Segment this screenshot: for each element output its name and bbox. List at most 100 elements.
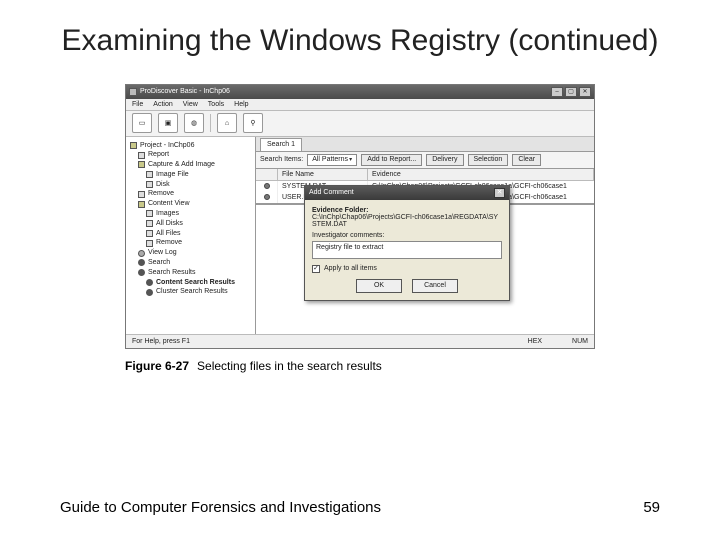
tree-imagefile[interactable]: Image File (128, 170, 253, 180)
evidence-folder-value: C:\InChp\Chap06\Projects\GCFI-ch06case1a… (312, 214, 502, 228)
dialog-titlebar: Add Comment ✕ (305, 186, 509, 200)
tree-viewlog-label: View Log (148, 248, 177, 258)
apply-all-label: Apply to all items (324, 265, 377, 272)
tree-report-label: Report (148, 150, 169, 160)
tree-searchresults[interactable]: Search Results (128, 268, 253, 278)
folder-icon (130, 142, 137, 149)
patterns-dropdown-value: All Patterns (312, 156, 348, 163)
menu-action[interactable]: Action (153, 101, 172, 108)
toolbar-divider (210, 114, 211, 132)
tree-contentsearch[interactable]: Content Search Results (128, 278, 253, 288)
col-evidence[interactable]: Evidence (368, 169, 594, 180)
folder-icon (138, 161, 145, 168)
toolbar-open-button[interactable]: ▣ (158, 113, 178, 133)
patterns-dropdown[interactable]: All Patterns▾ (307, 154, 357, 166)
figure-caption-text: Selecting files in the search results (197, 359, 382, 373)
tree-searchresults-label: Search Results (148, 268, 195, 278)
disk-icon: ◍ (191, 119, 197, 127)
menu-view[interactable]: View (183, 101, 198, 108)
tree-report[interactable]: Report (128, 150, 253, 160)
add-to-report-button[interactable]: Add to Report... (361, 154, 422, 166)
results-header: File Name Evidence (256, 169, 594, 181)
slide-title: Examining the Windows Registry (continue… (0, 0, 720, 60)
tree-remove2[interactable]: Remove (128, 238, 253, 248)
app-icon (129, 88, 137, 96)
checkbox-icon: ✓ (312, 265, 320, 273)
tree-remove-label: Remove (148, 189, 174, 199)
status-hex: HEX (528, 338, 542, 345)
file-icon: ▭ (139, 119, 146, 127)
dialog-close-button[interactable]: ✕ (494, 188, 505, 198)
tree-imagefile-label: Image File (156, 170, 189, 180)
doc-icon (146, 171, 153, 178)
ok-button[interactable]: OK (356, 279, 402, 293)
status-help-text: For Help, press F1 (132, 338, 190, 345)
tree-allfiles[interactable]: All Files (128, 229, 253, 239)
tree-alldisks[interactable]: All Disks (128, 219, 253, 229)
menu-file[interactable]: File (132, 101, 143, 108)
tree-panel: Project - InChp06 Report Capture & Add I… (126, 137, 256, 334)
doc-icon (138, 152, 145, 159)
menubar: File Action View Tools Help (126, 99, 594, 111)
status-icon (264, 183, 270, 189)
toolbar-save-button[interactable]: ◍ (184, 113, 204, 133)
clear-button[interactable]: Clear (512, 154, 541, 166)
search-icon (146, 289, 153, 296)
toolbar: ▭ ▣ ◍ ⌂ ⚲ (126, 111, 594, 137)
search-icon (138, 269, 145, 276)
tree-root[interactable]: Project - InChp06 (128, 141, 253, 151)
status-icon (264, 194, 270, 200)
figure: ProDiscover Basic - InChp06 – ▢ ✕ File A… (125, 84, 595, 373)
investigator-comments-input[interactable]: Registry file to extract (312, 241, 502, 259)
tree-search[interactable]: Search (128, 258, 253, 268)
apply-all-checkbox[interactable]: ✓ Apply to all items (312, 265, 502, 273)
tree-remove[interactable]: Remove (128, 189, 253, 199)
chevron-down-icon: ▾ (349, 156, 352, 163)
menu-help[interactable]: Help (234, 101, 248, 108)
tree-contentview[interactable]: Content View (128, 199, 253, 209)
window-title: ProDiscover Basic - InChp06 (140, 88, 230, 95)
search-icon (146, 279, 153, 286)
tree-add-label: Capture & Add Image (148, 160, 215, 170)
tab-search1[interactable]: Search 1 (260, 138, 302, 151)
tree-disk[interactable]: Disk (128, 180, 253, 190)
status-bar: For Help, press F1 HEX NUM (126, 334, 594, 348)
toolbar-search-button[interactable]: ⚲ (243, 113, 263, 133)
figure-number: Figure 6-27 (125, 359, 189, 373)
doc-icon (138, 191, 145, 198)
col-filename[interactable]: File Name (278, 169, 368, 180)
search-icon (138, 259, 145, 266)
minimize-button[interactable]: – (551, 87, 563, 97)
tree-disk-label: Disk (156, 180, 170, 190)
selection-button[interactable]: Selection (468, 154, 509, 166)
page-number: 59 (643, 499, 660, 516)
cancel-button[interactable]: Cancel (412, 279, 458, 293)
delivery-button[interactable]: Delivery (426, 154, 463, 166)
investigator-comments-label: Investigator comments: (312, 232, 502, 239)
maximize-button[interactable]: ▢ (565, 87, 577, 97)
tree-viewlog[interactable]: View Log (128, 248, 253, 258)
doc-icon (146, 240, 153, 247)
window-titlebar: ProDiscover Basic - InChp06 – ▢ ✕ (126, 85, 594, 99)
search-tabs: Search 1 (256, 137, 594, 151)
menu-tools[interactable]: Tools (208, 101, 224, 108)
tree-add[interactable]: Capture & Add Image (128, 160, 253, 170)
tree-root-label: Project - InChp06 (140, 141, 194, 151)
tree-alldisks-label: All Disks (156, 219, 183, 229)
folder-icon: ▣ (165, 119, 172, 127)
doc-icon (146, 230, 153, 237)
toolbar-home-button[interactable]: ⌂ (217, 113, 237, 133)
search-items-label: Search Items: (260, 156, 303, 163)
close-button[interactable]: ✕ (579, 87, 591, 97)
col-status[interactable] (256, 169, 278, 180)
folder-icon (138, 201, 145, 208)
gear-icon (138, 250, 145, 257)
tree-images[interactable]: Images (128, 209, 253, 219)
search-icon: ⚲ (250, 119, 255, 127)
figure-caption: Figure 6-27 Selecting files in the search… (125, 359, 595, 373)
tree-clustersearch[interactable]: Cluster Search Results (128, 287, 253, 297)
toolbar-new-button[interactable]: ▭ (132, 113, 152, 133)
app-window: ProDiscover Basic - InChp06 – ▢ ✕ File A… (125, 84, 595, 349)
tree-allfiles-label: All Files (156, 229, 181, 239)
home-icon: ⌂ (225, 120, 229, 127)
